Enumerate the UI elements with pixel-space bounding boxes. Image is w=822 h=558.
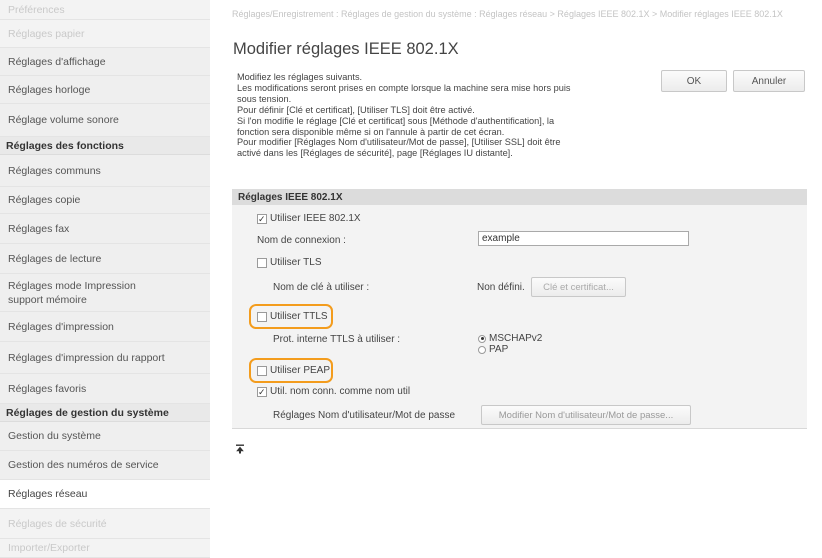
sidebar-item-label: Réglages fax [8,222,70,235]
sidebar-item-label: Réglage volume sonore [8,114,119,126]
description: Modifiez les réglages suivants. Les modi… [237,72,647,159]
use-peap-label: Utiliser PEAP [270,365,331,376]
description-line: Pour modifier [Réglages Nom d'utilisateu… [237,137,561,148]
ttls-option-mschapv2[interactable]: MSCHAPv2 [478,333,542,344]
sidebar-item-label: Réglages de sécurité [8,517,107,530]
sidebar-item-label: Gestion des numéros de service [8,459,159,471]
use-tls-checkbox[interactable] [257,257,267,268]
sidebar-item-system-management[interactable]: Gestion du système [0,422,210,451]
sidebar-item-common[interactable]: Réglages communs [0,155,210,187]
use-ieee-row: Utiliser IEEE 802.1X [257,213,361,224]
description-line: Pour définir [Clé et certificat], [Utili… [237,104,475,115]
description-line: Si l'on modifie le réglage [Clé et certi… [237,115,555,126]
top-arrow-icon[interactable] [235,444,245,457]
key-cert-button[interactable]: Clé et certificat... [531,277,626,297]
sidebar-item-report[interactable]: Réglages d'impression du rapport [0,342,210,374]
sidebar-item-memory-media[interactable]: Réglages mode Impression support mémoire [0,274,210,312]
sidebar-item-label: Importer/Exporter [8,542,90,554]
login-name-label: Nom de connexion : [257,235,346,246]
sidebar-item-label: Gestion du système [8,430,101,442]
same-name-row: Util. nom conn. comme nom util [257,386,410,397]
radio-mschapv2[interactable] [478,334,486,343]
sidebar-item-label: Réglages copie [8,194,81,206]
page-title: Modifier réglages IEEE 802.1X [233,40,459,58]
sidebar: Préférences Réglages papier Réglages d'a… [0,0,210,558]
ok-button[interactable]: OK [661,70,727,92]
description-line: sous tension. [237,93,292,104]
sidebar-item-label: Réglages mode Impression support mémoire [8,279,136,306]
login-name-input[interactable]: example [478,231,689,246]
use-peap-checkbox[interactable] [257,365,267,376]
use-tls-row: Utiliser TLS [257,257,322,268]
sidebar-item-favorites[interactable]: Réglages favoris [0,374,210,404]
sidebar-item-clock[interactable]: Réglages horloge [0,76,210,104]
sidebar-item-fax[interactable]: Réglages fax [0,214,210,244]
sidebar-item-label: Réglages favoris [8,382,87,395]
description-line: Modifiez les réglages suivants. [237,72,363,82]
sidebar-section-label: Réglages des fonctions [6,139,124,152]
use-ttls-checkbox[interactable] [257,311,267,322]
sidebar-item-label: Réglages réseau [8,488,88,500]
description-line: activé dans les [Réglages de sécurité], … [237,148,513,159]
top-arrow-icon-svg [236,444,244,454]
breadcrumb: Réglages/Enregistrement : Réglages de ge… [232,9,783,19]
key-name-label: Nom de clé à utiliser : [273,282,370,293]
description-line: fonction sera disponible même si on l'an… [237,126,505,137]
sidebar-item-label: Préférences [8,3,65,16]
ttls-option-pap[interactable]: PAP [478,344,508,355]
sidebar-item-label: Réglages d'affichage [8,55,106,68]
sidebar-item-printer[interactable]: Réglages d'impression [0,312,210,342]
sidebar-item-paper[interactable]: Réglages papier [0,20,210,48]
sidebar-item-label: Réglages d'impression du rapport [8,351,165,364]
use-ttls-row: Utiliser TTLS [257,311,328,322]
ttls-protocol-label: Prot. interne TTLS à utiliser : [273,334,401,345]
radio-pap[interactable] [478,345,486,354]
use-tls-label: Utiliser TLS [270,257,322,268]
cancel-button[interactable]: Annuler [733,70,805,92]
sidebar-item-label: Réglages horloge [8,83,91,96]
sidebar-item-import-export[interactable]: Importer/Exporter [0,539,210,558]
use-ieee-checkbox[interactable] [257,213,267,224]
sidebar-section-system: Réglages de gestion du système [0,404,210,422]
sidebar-section-functions: Réglages des fonctions [0,137,210,155]
sidebar-item-copy[interactable]: Réglages copie [0,187,210,214]
sidebar-item-label: Réglages papier [8,27,85,40]
radio-label: MSCHAPv2 [489,333,543,344]
use-ieee-label: Utiliser IEEE 802.1X [270,213,361,224]
sidebar-item-label: Réglages communs [8,164,101,177]
sidebar-item-network[interactable]: Réglages réseau [0,480,210,509]
sidebar-item-scan[interactable]: Réglages de lecture [0,244,210,274]
section-header: Réglages IEEE 802.1X [232,189,807,205]
sidebar-item-service-numbers[interactable]: Gestion des numéros de service [0,451,210,480]
user-pass-button[interactable]: Modifier Nom d'utilisateur/Mot de passe.… [481,405,691,425]
sidebar-item-display[interactable]: Réglages d'affichage [0,48,210,76]
sidebar-item-volume[interactable]: Réglage volume sonore [0,104,210,137]
sidebar-item-label: Réglages de lecture [8,252,102,265]
sidebar-item-security[interactable]: Réglages de sécurité [0,509,210,539]
user-pass-label: Réglages Nom d'utilisateur/Mot de passe [273,410,456,421]
sidebar-section-label: Réglages de gestion du système [6,406,169,419]
key-name-value: Non défini. [477,282,525,293]
description-line: Les modifications seront prises en compt… [237,82,571,93]
radio-label: PAP [489,344,509,355]
section-title: Réglages IEEE 802.1X [238,191,343,203]
same-name-checkbox[interactable] [257,386,267,397]
sidebar-item-label: Réglages d'impression [8,320,114,333]
sidebar-item-preferences[interactable]: Préférences [0,0,210,20]
use-peap-row: Utiliser PEAP [257,365,330,376]
same-name-label: Util. nom conn. comme nom util [270,386,411,397]
use-ttls-label: Utiliser TTLS [270,311,328,322]
